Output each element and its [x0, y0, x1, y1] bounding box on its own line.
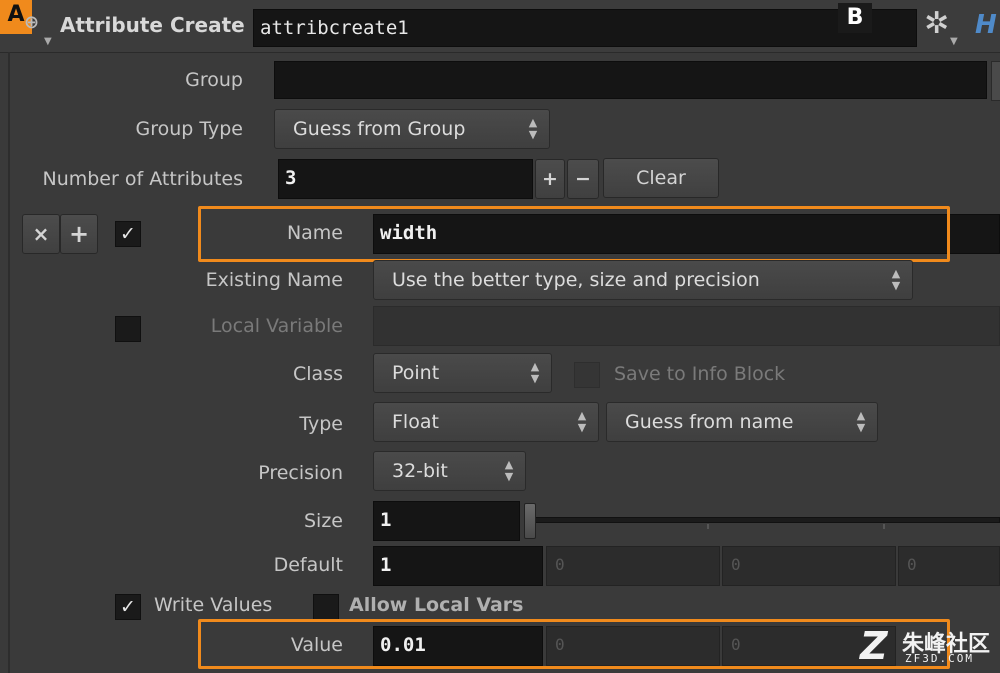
default-field-2: 0	[546, 546, 720, 586]
up-down-arrows-icon: ▲ ▼	[504, 458, 514, 483]
value-highlight-box	[198, 619, 950, 669]
chevron-down-icon[interactable]: ▼	[44, 36, 52, 47]
node-name-field[interactable]: attribcreate1	[253, 9, 917, 47]
up-down-arrows-icon: ▲ ▼	[891, 267, 901, 292]
existing-name-menu[interactable]: Use the better type, size and precision …	[373, 260, 913, 300]
help-icon[interactable]: H	[975, 10, 997, 40]
type-value: Float	[392, 411, 439, 433]
type-info-value: Guess from name	[625, 411, 794, 433]
allow-local-vars-checkbox[interactable]	[313, 594, 339, 620]
write-values-checkbox[interactable]: ✓	[115, 594, 141, 620]
badge-b: B	[838, 3, 872, 33]
group-field[interactable]	[274, 61, 987, 99]
type-menu[interactable]: Float ▲ ▼	[373, 402, 599, 442]
class-label: Class	[293, 363, 343, 385]
precision-label: Precision	[258, 462, 343, 484]
name-highlight-box	[198, 206, 950, 262]
group-select-button[interactable]	[991, 61, 1000, 101]
up-down-arrows-icon: ▲ ▼	[528, 116, 538, 141]
enable-attribute-checkbox[interactable]: ✓	[115, 221, 141, 247]
num-attributes-label: Number of Attributes	[42, 168, 243, 190]
remove-instance-button[interactable]: ×	[22, 214, 60, 254]
class-value: Point	[392, 362, 440, 384]
type-info-menu[interactable]: Guess from name ▲ ▼	[606, 402, 878, 442]
group-type-label: Group Type	[135, 118, 243, 140]
size-label: Size	[303, 510, 343, 532]
group-label: Group	[185, 69, 243, 91]
tick-mark	[883, 524, 885, 529]
existing-name-value: Use the better type, size and precision	[392, 269, 760, 291]
allow-local-vars-label: Allow Local Vars	[349, 594, 524, 616]
tick-mark	[707, 524, 709, 529]
existing-name-label: Existing Name	[205, 269, 343, 291]
default-field-4: 0	[898, 546, 1000, 586]
size-field[interactable]: 1	[373, 501, 520, 541]
up-down-arrows-icon: ▲ ▼	[856, 409, 866, 434]
type-label: Type	[299, 413, 343, 435]
save-info-label: Save to Info Block	[614, 363, 786, 385]
clear-button[interactable]: Clear	[603, 158, 719, 198]
node-type-icon[interactable]: ⊕	[24, 12, 46, 36]
group-type-menu[interactable]: Guess from Group ▲ ▼	[274, 109, 550, 149]
watermark-logo-icon: Z	[860, 624, 888, 668]
gear-icon[interactable]: ✲	[924, 6, 949, 41]
save-info-checkbox[interactable]	[574, 362, 600, 388]
class-menu[interactable]: Point ▲ ▼	[373, 353, 552, 393]
insert-instance-button[interactable]: +	[60, 214, 98, 254]
default-field-1[interactable]: 1	[373, 546, 543, 586]
add-attribute-button[interactable]: +	[535, 159, 565, 199]
group-type-value: Guess from Group	[293, 118, 466, 140]
write-values-label: Write Values	[154, 594, 273, 616]
up-down-arrows-icon: ▲ ▼	[530, 360, 540, 385]
precision-menu[interactable]: 32-bit ▲ ▼	[373, 451, 526, 491]
node-type-label: Attribute Create	[60, 13, 245, 37]
default-field-3: 0	[722, 546, 896, 586]
chevron-down-icon[interactable]: ▼	[950, 36, 958, 47]
local-variable-checkbox[interactable]	[115, 316, 141, 342]
local-variable-field	[373, 306, 1000, 346]
num-attributes-field[interactable]: 3	[278, 159, 533, 199]
size-slider-handle[interactable]	[524, 503, 536, 539]
size-slider-track[interactable]	[530, 517, 1000, 523]
panel-divider	[8, 52, 10, 673]
up-down-arrows-icon: ▲ ▼	[577, 409, 587, 434]
local-variable-label: Local Variable	[210, 315, 343, 337]
default-label: Default	[273, 554, 343, 576]
precision-value: 32-bit	[392, 460, 448, 482]
remove-attribute-button[interactable]: −	[567, 159, 599, 199]
watermark-site-text: ZF3D.COM	[905, 652, 974, 665]
